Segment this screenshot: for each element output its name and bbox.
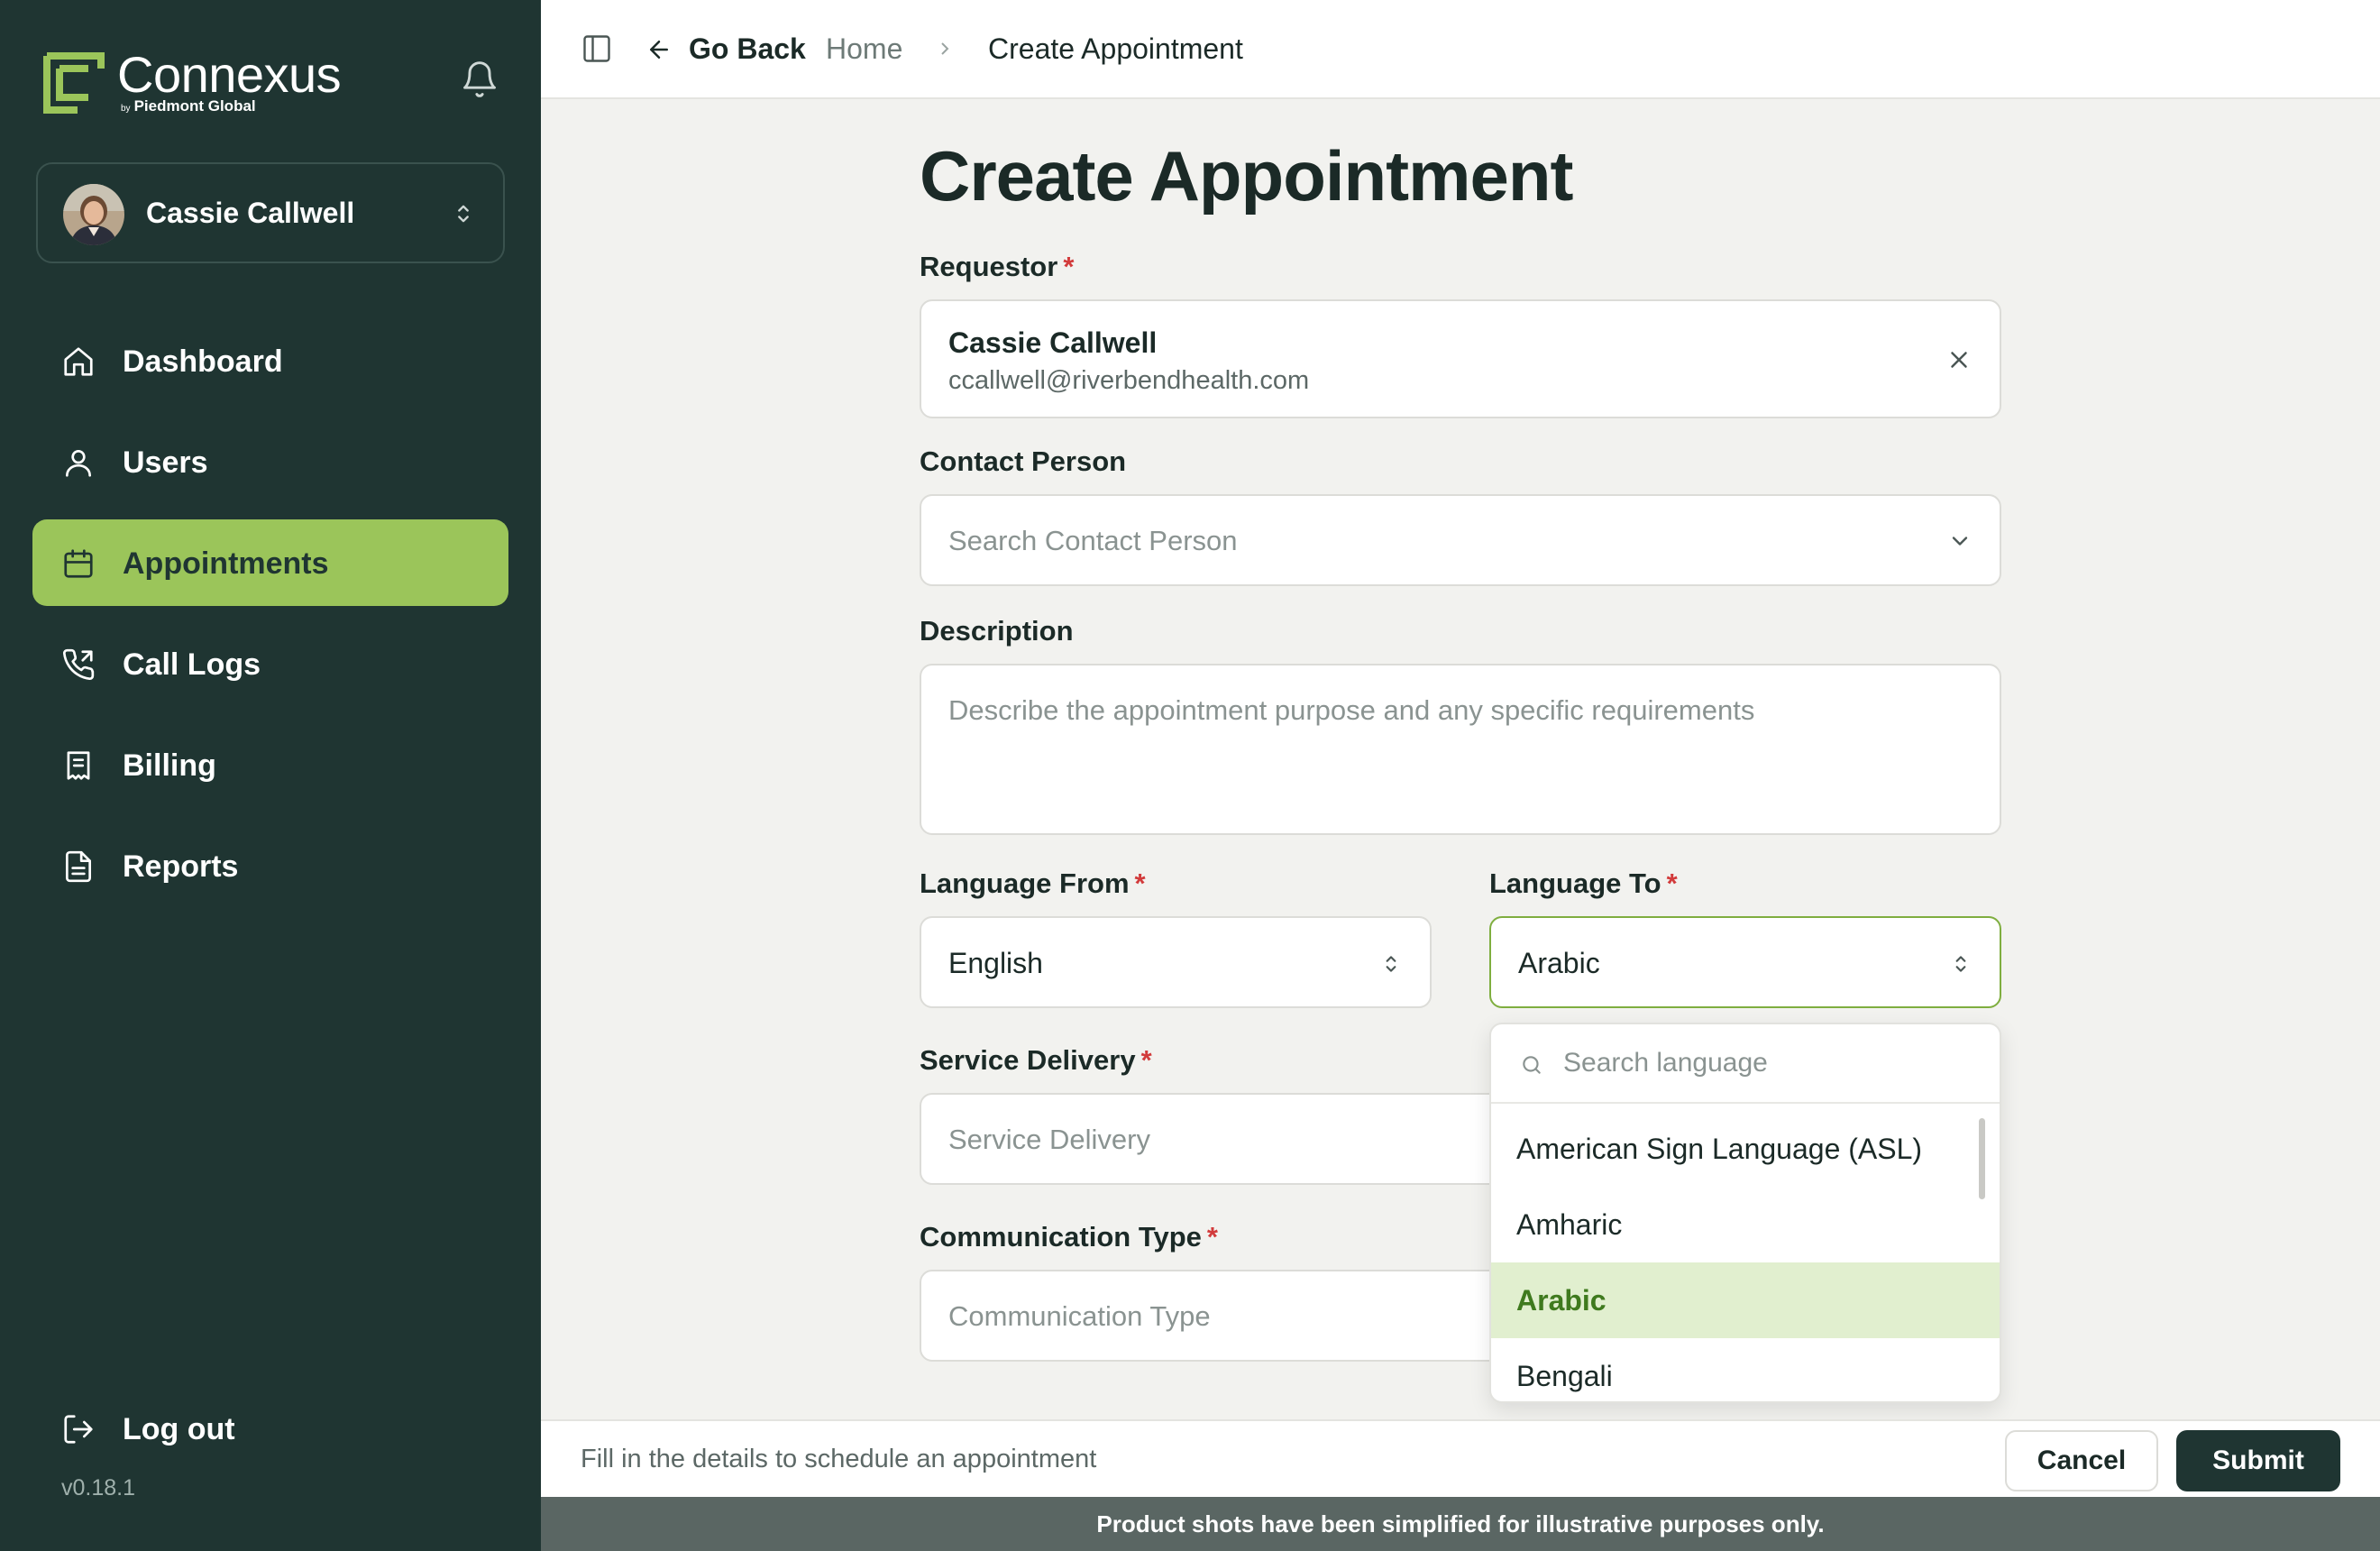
sidebar-item-label: Dashboard — [123, 344, 283, 379]
language-option[interactable]: American Sign Language (ASL) — [1491, 1111, 2000, 1187]
close-icon[interactable] — [1945, 346, 1973, 373]
communication-type-label: Communication Type * — [920, 1221, 1218, 1253]
sidebar: Connexus by Piedmont Global Cassie Callwe… — [0, 0, 541, 1551]
disclaimer-banner: Product shots have been simplified for i… — [541, 1497, 2380, 1551]
receipt-icon — [67, 751, 90, 780]
sidebar-item-call-logs[interactable]: Call Logs — [32, 620, 508, 707]
sidebar-item-reports[interactable]: Reports — [32, 822, 508, 909]
logout-label: Log out — [123, 1412, 235, 1446]
contact-person-placeholder: Search Contact Person — [948, 525, 1238, 556]
chevron-right-icon — [941, 42, 949, 55]
required-marker: * — [1206, 1221, 1218, 1253]
service-delivery-label-text: Service Delivery — [920, 1044, 1136, 1076]
language-to-label-text: Language To — [1489, 867, 1661, 899]
chevrons-up-down-icon — [1386, 956, 1396, 972]
connexus-logo[interactable]: Connexus by Piedmont Global — [41, 46, 366, 115]
sidebar-item-dashboard[interactable]: Dashboard — [32, 317, 508, 404]
phone-icon — [62, 648, 95, 681]
go-back-link[interactable]: Go Back — [689, 32, 806, 66]
brand-sub: by Piedmont Global — [121, 97, 256, 115]
language-option[interactable]: Amharic — [1491, 1187, 2000, 1262]
arrow-left-icon[interactable] — [645, 36, 673, 63]
sidebar-item-label: Reports — [123, 849, 239, 884]
requestor-label: Requestor * — [920, 251, 1074, 283]
description-textarea[interactable]: Describe the appointment purpose and any… — [920, 664, 2001, 835]
requestor-name: Cassie Callwell — [948, 326, 1158, 359]
language-to-value: Arabic — [1518, 947, 1600, 979]
footer-hint: Fill in the details to schedule an appoi… — [581, 1445, 1097, 1473]
avatar — [63, 184, 124, 245]
bell-icon[interactable] — [460, 60, 499, 99]
language-from-select[interactable]: English — [920, 916, 1432, 1008]
service-delivery-placeholder: Service Delivery — [948, 1124, 1150, 1155]
description-label: Description — [920, 615, 1074, 647]
breadcrumb-current: Create Appointment — [988, 32, 1243, 65]
app-version: v0.18.1 — [61, 1475, 136, 1501]
chevron-down-icon — [1952, 537, 1968, 546]
language-dropdown: Search language American Sign Language (… — [1489, 1023, 2001, 1403]
required-marker: * — [1140, 1044, 1152, 1076]
sidebar-item-label: Appointments — [123, 546, 329, 581]
user-name: Cassie Callwell — [146, 197, 355, 229]
sidebar-item-label: Users — [123, 445, 208, 480]
form-footer: Fill in the details to schedule an appoi… — [541, 1419, 2380, 1497]
page-title: Create Appointment — [920, 136, 1573, 216]
language-search-placeholder: Search language — [1563, 1048, 1768, 1078]
requestor-email: ccallwell@riverbendhealth.com — [948, 366, 1310, 395]
language-from-label-text: Language From — [920, 867, 1130, 899]
sidebar-item-label: Billing — [123, 748, 216, 783]
file-icon — [65, 850, 92, 883]
required-marker: * — [1666, 867, 1678, 899]
home-icon — [64, 347, 93, 376]
cancel-button[interactable]: Cancel — [2005, 1430, 2158, 1491]
dropdown-scrollbar[interactable] — [1979, 1118, 1985, 1199]
description-placeholder: Describe the appointment purpose and any… — [948, 694, 1755, 726]
language-to-label: Language To * — [1489, 867, 1678, 900]
top-bar: Go Back Home Create Appointment — [541, 0, 2380, 99]
calendar-icon — [64, 549, 93, 578]
sidebar-nav: Dashboard Users Appointments Call Logs B… — [32, 317, 508, 923]
language-to-select[interactable]: Arabic — [1489, 916, 2001, 1008]
brand-name: Connexus — [117, 46, 342, 103]
language-option-selected[interactable]: Arabic — [1491, 1262, 2000, 1338]
connexus-logo-mark-icon — [43, 52, 105, 114]
sidebar-item-users[interactable]: Users — [32, 418, 508, 505]
service-delivery-label: Service Delivery * — [920, 1044, 1152, 1077]
breadcrumb-home[interactable]: Home — [826, 32, 902, 66]
user-icon — [65, 449, 92, 477]
sidebar-item-appointments[interactable]: Appointments — [32, 519, 508, 606]
contact-person-label: Contact Person — [920, 445, 1127, 477]
contact-person-select[interactable]: Search Contact Person — [920, 494, 2001, 586]
language-option-label: Arabic — [1516, 1284, 1606, 1317]
sidebar-item-billing[interactable]: Billing — [32, 721, 508, 808]
logout-icon — [64, 1415, 93, 1444]
communication-type-placeholder: Communication Type — [948, 1300, 1211, 1332]
toggle-sidebar-icon[interactable] — [581, 32, 613, 65]
language-from-label: Language From * — [920, 867, 1146, 900]
search-icon — [1523, 1056, 1541, 1074]
language-from-value: English — [948, 947, 1043, 979]
language-option[interactable]: Bengali — [1491, 1338, 2000, 1401]
language-option-label: Amharic — [1516, 1208, 1623, 1241]
logout-button[interactable]: Log out — [32, 1389, 508, 1470]
required-marker: * — [1063, 251, 1075, 282]
brand-sub-name: Piedmont Global — [133, 97, 256, 115]
language-search-input[interactable]: Search language — [1491, 1024, 2000, 1104]
language-option-label: Bengali — [1516, 1360, 1613, 1392]
brand-by: by — [121, 104, 131, 114]
requestor-label-text: Requestor — [920, 251, 1058, 282]
submit-button[interactable]: Submit — [2176, 1430, 2340, 1491]
chevrons-up-down-icon — [458, 205, 469, 223]
sidebar-item-label: Call Logs — [123, 647, 261, 682]
chevrons-up-down-icon — [1955, 956, 1966, 972]
communication-type-label-text: Communication Type — [920, 1221, 1202, 1253]
language-option-label: American Sign Language (ASL) — [1516, 1133, 1923, 1165]
required-marker: * — [1134, 867, 1146, 899]
requestor-field[interactable]: Cassie Callwell ccallwell@riverbendhealt… — [920, 299, 2001, 418]
user-switcher[interactable]: Cassie Callwell — [36, 162, 505, 263]
